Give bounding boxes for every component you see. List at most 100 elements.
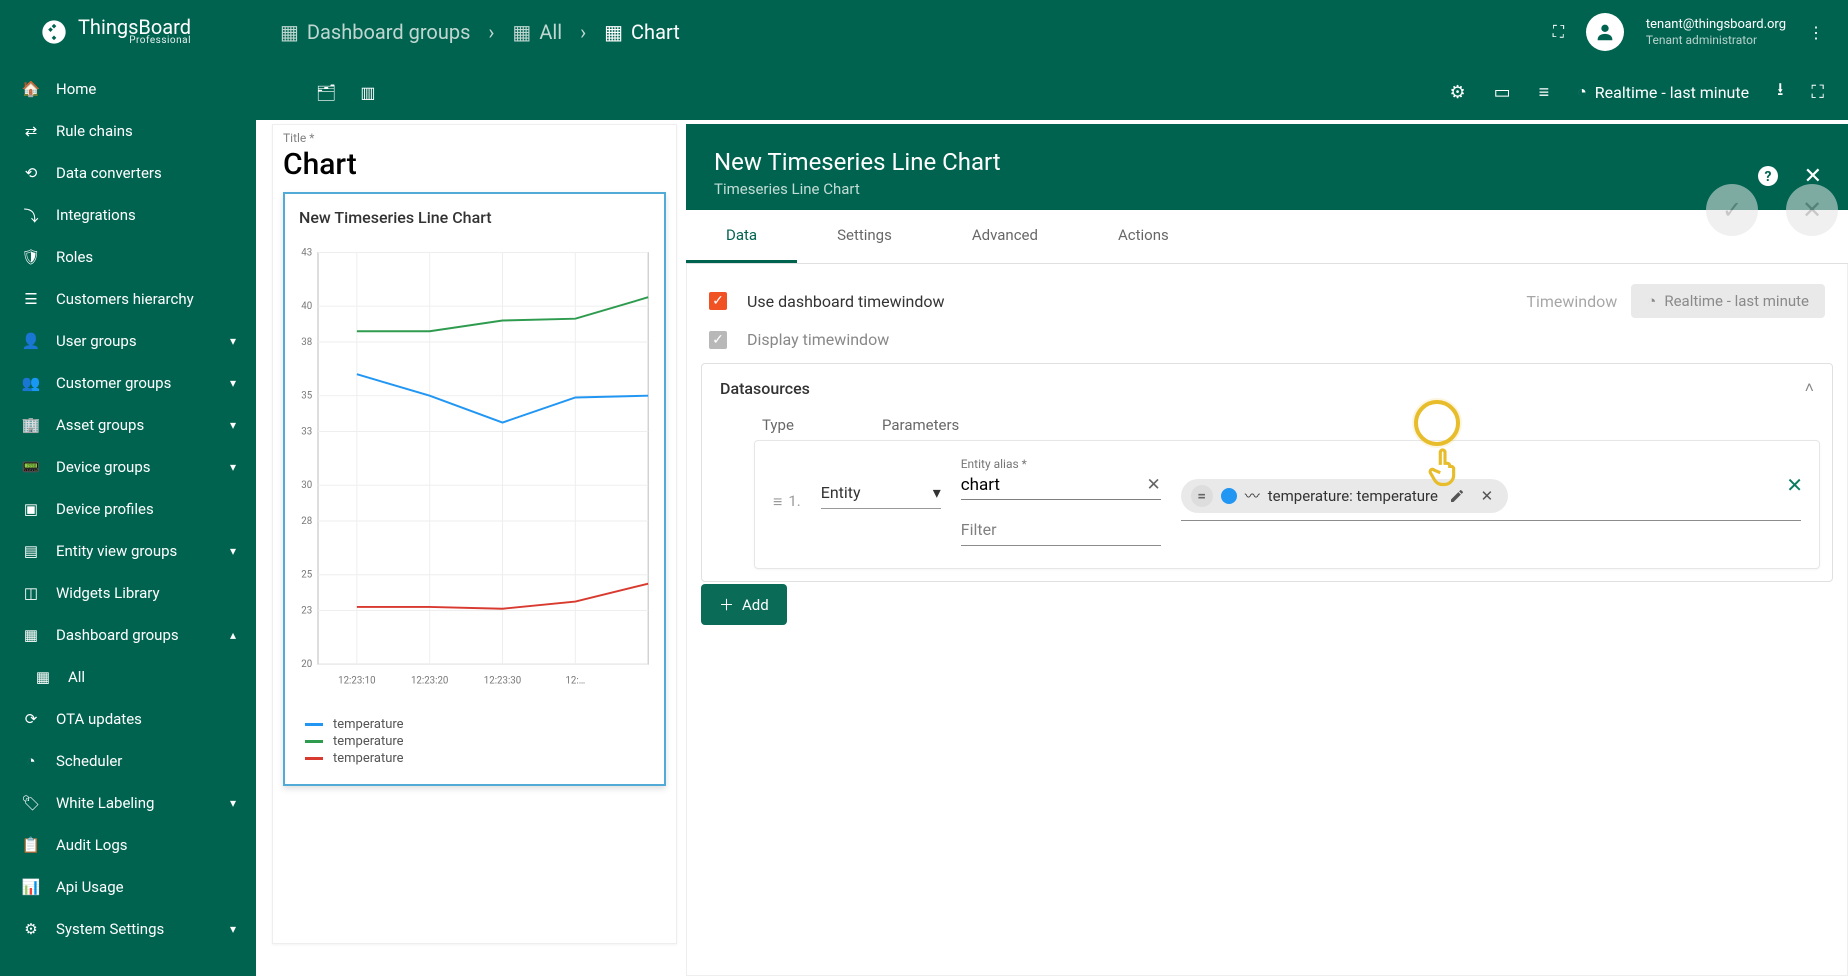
svg-text:38: 38 <box>301 337 312 348</box>
edit-icon[interactable] <box>1446 485 1468 507</box>
legend-item[interactable]: temperature <box>305 734 644 749</box>
editor-subtitle: Timeseries Line Chart <box>714 180 1820 198</box>
datakey-chip[interactable]: = 〰 temperature: temperature ✕ <box>1181 479 1508 513</box>
fullscreen-icon[interactable]: ⛶ <box>1553 22 1564 42</box>
legend-item[interactable]: temperature <box>305 751 644 766</box>
alias-input[interactable]: chart ✕ <box>961 471 1161 500</box>
nav-device-groups[interactable]: 📟Device groups▾ <box>0 446 256 488</box>
nav-label: Api Usage <box>56 878 236 896</box>
legend-label: temperature <box>333 717 404 732</box>
breadcrumb-label: All <box>539 20 562 44</box>
layout-icon[interactable]: ▥ <box>360 83 375 102</box>
tab-data[interactable]: Data <box>686 210 797 263</box>
filter-icon[interactable]: ≡ <box>1539 82 1550 103</box>
gear-icon: ⚙ <box>20 920 42 938</box>
dashboard-icon: ▦ <box>20 626 42 644</box>
avatar[interactable] <box>1586 13 1624 51</box>
breadcrumb-item[interactable]: ▦All <box>512 20 562 44</box>
chart-widget[interactable]: New Timeseries Line Chart 20232528303335… <box>283 192 666 786</box>
breadcrumb: ▦Dashboard groups › ▦All › ▦Chart <box>280 20 680 44</box>
more-icon[interactable]: ⋮ <box>1808 23 1824 42</box>
label-icon: 🏷 <box>20 794 42 812</box>
chevron-right-icon: › <box>580 20 586 44</box>
display-timewindow-checkbox[interactable] <box>709 331 727 349</box>
nav-scheduler[interactable]: ◔Scheduler <box>0 740 256 782</box>
legend-item[interactable]: temperature <box>305 717 644 732</box>
chevron-down-icon: ▾ <box>230 334 236 348</box>
nav-customer-groups[interactable]: 👥Customer groups▾ <box>0 362 256 404</box>
assets-icon: 🏢 <box>20 416 42 434</box>
profile-icon: ▣ <box>20 500 42 518</box>
timewindow-button[interactable]: ◔ Realtime - last minute <box>1577 82 1749 102</box>
type-select[interactable]: Entity ▾ <box>821 477 941 509</box>
nav-roles[interactable]: 🛡Roles <box>0 236 256 278</box>
integrations-icon: ⤵ <box>20 205 42 226</box>
user-block[interactable]: tenant@thingsboard.org Tenant administra… <box>1646 17 1786 47</box>
nav-label: System Settings <box>56 920 230 938</box>
aliases-icon[interactable]: ▭ <box>1494 82 1511 103</box>
chart-canvas: 2023252830333538404312:23:1012:23:2012:2… <box>285 235 654 705</box>
nav-label: Entity view groups <box>56 542 230 560</box>
nav-label: Customer groups <box>56 374 230 392</box>
nav-white-labeling[interactable]: 🏷White Labeling▾ <box>0 782 256 824</box>
nav-ota-updates[interactable]: ⟳OTA updates <box>0 698 256 740</box>
nav-system-settings[interactable]: ⚙ System Settings▾ <box>0 908 256 950</box>
clock-icon: ◔ <box>20 752 42 770</box>
layers-icon[interactable]: 🗂 <box>316 83 336 102</box>
user-role: Tenant administrator <box>1646 33 1786 47</box>
user-icon: 👤 <box>20 332 42 350</box>
clear-icon[interactable]: ✕ <box>1146 475 1160 495</box>
download-icon[interactable]: ⭳ <box>1777 77 1783 107</box>
remove-icon[interactable]: ✕ <box>1476 485 1498 507</box>
nav-home[interactable]: 🏠Home <box>0 68 256 110</box>
color-dot-icon[interactable] <box>1221 488 1237 504</box>
cancel-button[interactable]: ✕ <box>1786 184 1838 236</box>
apply-button[interactable]: ✓ <box>1706 184 1758 236</box>
use-timewindow-checkbox[interactable] <box>709 292 727 310</box>
svg-text:28: 28 <box>301 516 312 527</box>
title-field-value[interactable]: Chart <box>273 145 676 192</box>
chevron-down-icon: ▾ <box>230 922 236 936</box>
timewindow-label: Realtime - last minute <box>1595 83 1749 102</box>
filter-input[interactable]: Filter <box>961 514 1161 546</box>
nav-entity-view-groups[interactable]: ▤Entity view groups▾ <box>0 530 256 572</box>
nav-api-usage[interactable]: 📊Api Usage <box>0 866 256 908</box>
plus-icon: ＋ <box>719 594 734 615</box>
nav-dashboard-all[interactable]: ▦All <box>0 656 256 698</box>
nav-user-groups[interactable]: 👤User groups▾ <box>0 320 256 362</box>
nav-label: Customers hierarchy <box>56 290 236 308</box>
nav-data-converters[interactable]: ⟲Data converters <box>0 152 256 194</box>
nav-audit-logs[interactable]: 📋Audit Logs <box>0 824 256 866</box>
converters-icon: ⟲ <box>20 164 42 182</box>
remove-datasource-icon[interactable]: ✕ <box>1786 473 1803 497</box>
legend-label: temperature <box>333 751 404 766</box>
tab-actions[interactable]: Actions <box>1078 210 1209 263</box>
nav-rule-chains[interactable]: ⇄Rule chains <box>0 110 256 152</box>
nav-dashboard-groups[interactable]: ▦Dashboard groups▴ <box>0 614 256 656</box>
nav-label: Audit Logs <box>56 836 236 854</box>
nav-widgets-library[interactable]: ◫Widgets Library <box>0 572 256 614</box>
chevron-up-icon[interactable]: ˄ <box>1805 378 1814 398</box>
devices-icon: 📟 <box>20 458 42 476</box>
nav-device-profiles[interactable]: ▣Device profiles <box>0 488 256 530</box>
tab-advanced[interactable]: Advanced <box>932 210 1078 263</box>
ota-icon: ⟳ <box>20 710 42 728</box>
nav-customers-hierarchy[interactable]: ☰Customers hierarchy <box>0 278 256 320</box>
nav-integrations[interactable]: ⤵ Integrations <box>0 194 256 236</box>
fullscreen-icon[interactable]: ⛶ <box>1811 82 1824 103</box>
breadcrumb-item[interactable]: ▦Chart <box>604 20 680 44</box>
nav-label: Integrations <box>56 206 236 224</box>
gear-icon[interactable]: ⚙ <box>1449 82 1465 103</box>
chart-title: New Timeseries Line Chart <box>285 194 664 235</box>
logo-icon <box>40 18 68 46</box>
chevron-up-icon: ▴ <box>230 628 236 642</box>
datakeys-input[interactable]: = 〰 temperature: temperature ✕ <box>1181 477 1801 521</box>
dashboard-icon: ▦ <box>32 668 54 686</box>
tab-settings[interactable]: Settings <box>797 210 932 263</box>
drag-handle-icon[interactable]: ≡ 1. <box>773 492 801 512</box>
breadcrumb-item[interactable]: ▦Dashboard groups <box>280 20 470 44</box>
home-icon: 🏠 <box>20 80 42 98</box>
drag-icon[interactable]: = <box>1191 485 1213 507</box>
nav-asset-groups[interactable]: 🏢Asset groups▾ <box>0 404 256 446</box>
add-datasource-button[interactable]: ＋ Add <box>701 584 787 625</box>
